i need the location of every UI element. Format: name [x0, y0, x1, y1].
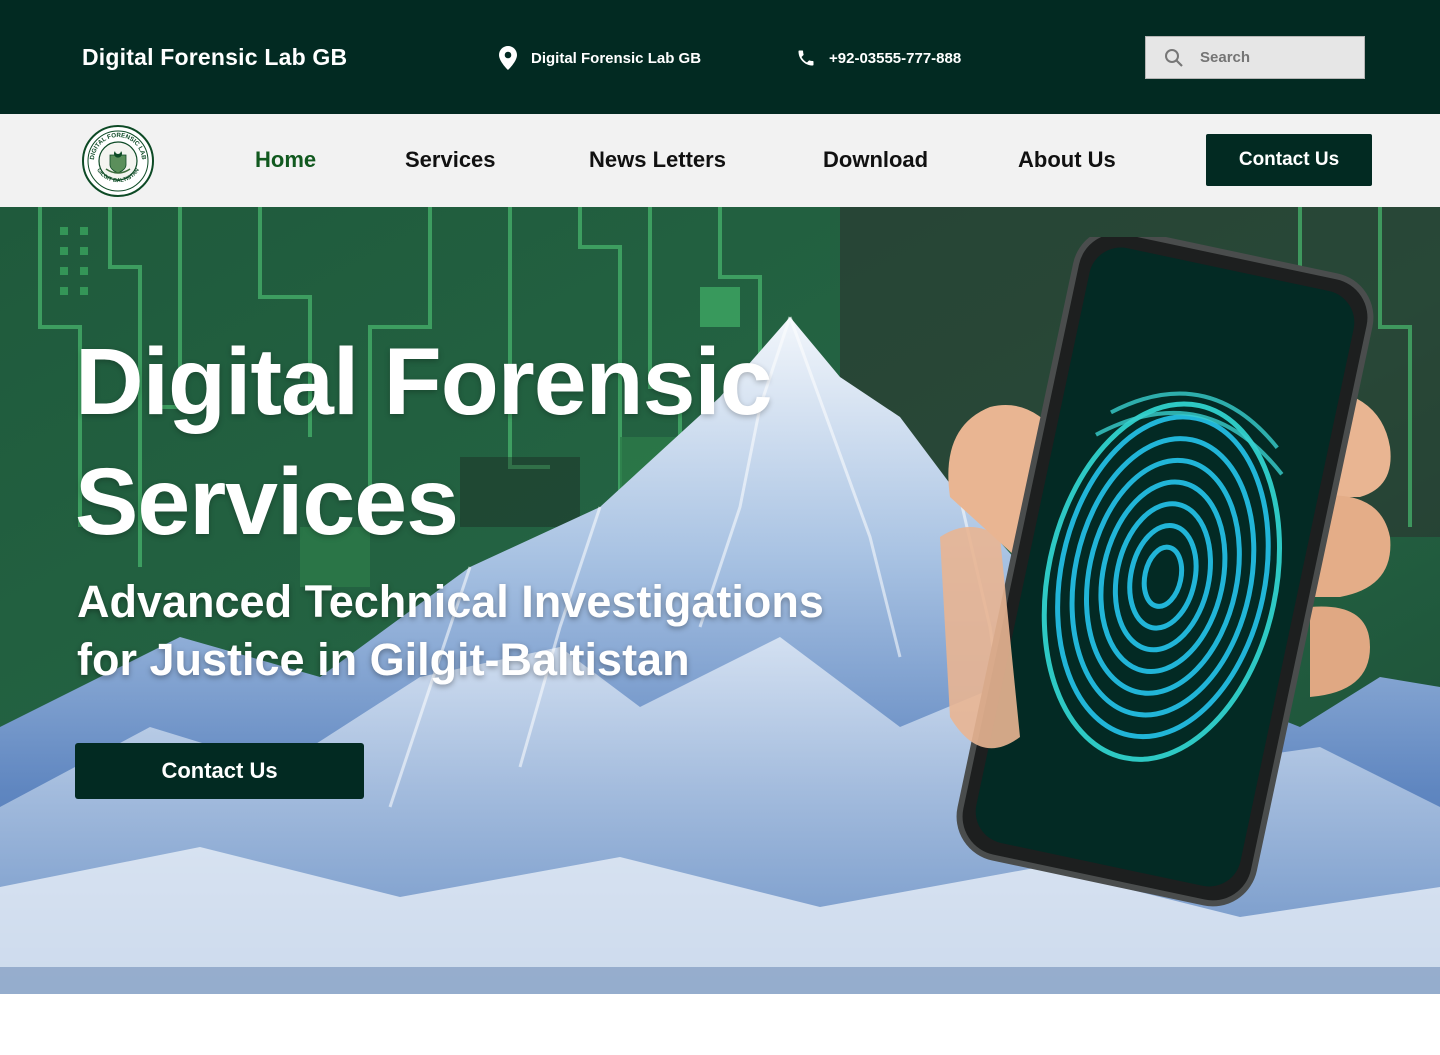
hero-title-line-2: Services: [75, 449, 459, 555]
contact-us-hero-button[interactable]: Contact Us: [75, 743, 364, 799]
hero-title: Digital Forensic Services: [75, 322, 895, 562]
search-icon[interactable]: [1164, 48, 1184, 68]
nav-item-about-us[interactable]: About Us: [1018, 147, 1116, 173]
nav-item-news-letters[interactable]: News Letters: [589, 147, 726, 173]
phone-icon: [795, 46, 817, 70]
hero-section: Digital Forensic Services Advanced Techn…: [0, 207, 1440, 994]
location-info[interactable]: Digital Forensic Lab GB: [497, 46, 701, 70]
nav-item-home[interactable]: Home: [255, 147, 316, 173]
hero-subtitle: Advanced Technical Investigations for Ju…: [77, 573, 857, 689]
nav-item-download[interactable]: Download: [823, 147, 928, 173]
lab-logo[interactable]: DIGITAL FORENSIC LAB GILGIT BALTISTAN: [82, 125, 154, 197]
top-bar: Digital Forensic Lab GB Digital Forensic…: [0, 0, 1440, 114]
search-box[interactable]: [1145, 36, 1365, 79]
location-text: Digital Forensic Lab GB: [531, 49, 702, 67]
nav-item-services[interactable]: Services: [405, 147, 496, 173]
main-nav: DIGITAL FORENSIC LAB GILGIT BALTISTAN Ho…: [0, 114, 1440, 207]
hero-subtitle-line-2: for Justice in Gilgit-Baltistan: [77, 634, 690, 685]
map-pin-icon: [497, 46, 519, 70]
hero-subtitle-line-1: Advanced Technical Investigations: [77, 576, 824, 627]
search-input[interactable]: [1200, 49, 1350, 66]
site-brand[interactable]: Digital Forensic Lab GB: [82, 44, 347, 71]
phone-fingerprint-image: [940, 237, 1391, 907]
phone-info[interactable]: +92-03555-777-888: [795, 46, 961, 70]
contact-us-nav-button[interactable]: Contact Us: [1206, 134, 1372, 186]
hero-title-line-1: Digital Forensic: [75, 329, 773, 435]
phone-text: +92-03555-777-888: [829, 49, 962, 67]
